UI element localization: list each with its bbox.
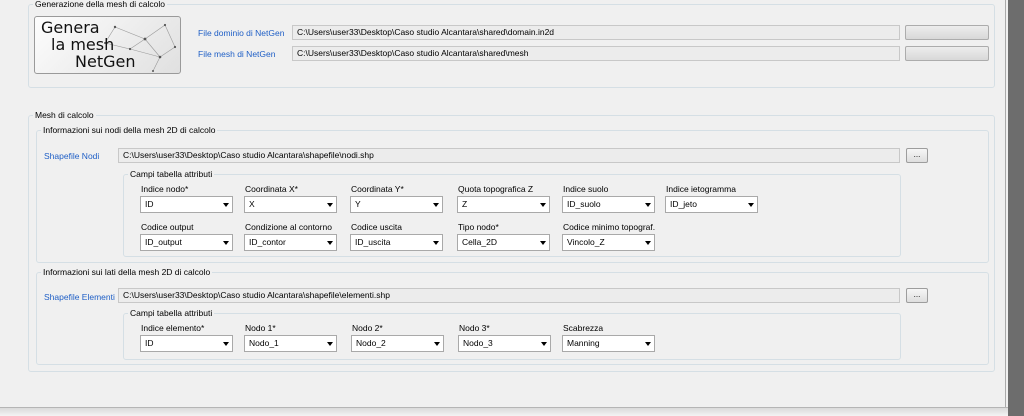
chevron-down-icon — [540, 203, 546, 207]
roughness-select[interactable]: Manning — [562, 335, 655, 352]
chevron-down-icon — [327, 342, 333, 346]
chevron-down-icon — [541, 342, 547, 346]
output-code-label: Codice output — [141, 222, 194, 232]
domain-file-browse-button[interactable] — [905, 25, 989, 40]
exit-code-label: Codice uscita — [351, 222, 403, 232]
soil-index-select[interactable]: ID_suolo — [562, 196, 655, 213]
roughness-value: Manning — [567, 338, 600, 348]
output-code-select[interactable]: ID_output — [140, 234, 233, 251]
nodes-shapefile-label: Shapefile Nodi — [44, 151, 100, 161]
element-index-select[interactable]: ID — [140, 335, 233, 352]
hyetograph-index-value: ID_jeto — [670, 199, 697, 209]
elements-browse-button[interactable]: ... — [906, 288, 928, 303]
boundary-condition-label: Condizione al contorno — [245, 222, 332, 232]
min-topo-code-select[interactable]: Vincolo_Z — [562, 234, 655, 251]
hyetograph-index-select[interactable]: ID_jeto — [665, 196, 758, 213]
domain-file-label: File dominio di NetGen — [198, 28, 285, 38]
quota-z-label: Quota topografica Z — [458, 184, 534, 194]
quota-z-value: Z — [462, 199, 468, 209]
index-node-value: ID — [145, 199, 154, 209]
chevron-down-icon — [748, 203, 754, 207]
chevron-down-icon — [223, 241, 229, 245]
logo-line-1: Genera — [41, 18, 100, 37]
elements-shapefile-label: Shapefile Elementi — [44, 292, 115, 302]
exit-code-select[interactable]: ID_uscita — [350, 234, 443, 251]
node-1-select[interactable]: Nodo_1 — [244, 335, 337, 352]
chevron-down-icon — [327, 241, 333, 245]
chevron-down-icon — [645, 203, 651, 207]
bottom-strip — [0, 407, 1008, 416]
node-3-value: Nodo_3 — [463, 338, 493, 348]
roughness-label: Scabrezza — [563, 323, 604, 333]
coord-x-value: X — [249, 199, 255, 209]
element-index-label: Indice elemento* — [141, 323, 205, 333]
node-2-label: Nodo 2* — [352, 323, 383, 333]
soil-index-label: Indice suolo — [563, 184, 609, 194]
index-node-select[interactable]: ID — [140, 196, 233, 213]
node-type-label: Tipo nodo* — [458, 222, 499, 232]
node-type-select[interactable]: Cella_2D — [457, 234, 550, 251]
mesh-file-label: File mesh di NetGen — [198, 49, 276, 59]
chevron-down-icon — [433, 203, 439, 207]
chevron-down-icon — [540, 241, 546, 245]
chevron-down-icon — [223, 203, 229, 207]
mesh-file-browse-button[interactable] — [905, 46, 989, 61]
node-2-value: Nodo_2 — [356, 338, 386, 348]
output-code-value: ID_output — [145, 237, 182, 247]
chevron-down-icon — [327, 203, 333, 207]
logo-line-2: la mesh — [51, 35, 115, 54]
coord-x-label: Coordinata X* — [245, 184, 298, 194]
chevron-down-icon — [645, 342, 651, 346]
nodes-shapefile-field[interactable]: C:\Users\user33\Desktop\Caso studio Alca… — [118, 148, 900, 163]
chevron-down-icon — [223, 342, 229, 346]
elements-fields-group: Campi tabella attributi — [123, 308, 901, 360]
boundary-condition-select[interactable]: ID_contor — [244, 234, 337, 251]
domain-file-field[interactable]: C:\Users\user33\Desktop\Caso studio Alca… — [292, 25, 900, 40]
exit-code-value: ID_uscita — [355, 237, 391, 247]
node-1-value: Nodo_1 — [249, 338, 279, 348]
nodes-info-legend: Informazioni sui nodi della mesh 2D di c… — [43, 125, 216, 135]
index-node-label: Indice nodo* — [141, 184, 189, 194]
min-topo-code-label: Codice minimo topograf. — [563, 222, 656, 232]
nodes-browse-button[interactable]: ... — [906, 148, 928, 163]
chevron-down-icon — [433, 241, 439, 245]
hyetograph-index-label: Indice ietogramma — [666, 184, 736, 194]
coord-y-select[interactable]: Y — [350, 196, 443, 213]
mesh-generation-legend: Generazione della mesh di calcolo — [35, 0, 165, 9]
boundary-condition-value: ID_contor — [249, 237, 286, 247]
node-type-value: Cella_2D — [462, 237, 497, 247]
logo-line-3: NetGen — [75, 52, 136, 71]
element-index-value: ID — [145, 338, 154, 348]
node-3-label: Nodo 3* — [459, 323, 490, 333]
soil-index-value: ID_suolo — [567, 199, 601, 209]
chevron-down-icon — [434, 342, 440, 346]
coord-y-label: Coordinata Y* — [351, 184, 404, 194]
coord-x-select[interactable]: X — [244, 196, 337, 213]
generate-mesh-netgen-button[interactable]: Genera la mesh NetGen — [34, 16, 181, 74]
elements-fields-legend: Campi tabella attributi — [130, 308, 213, 318]
node-3-select[interactable]: Nodo_3 — [458, 335, 551, 352]
elements-info-legend: Informazioni sui lati della mesh 2D di c… — [43, 267, 211, 277]
coord-y-value: Y — [355, 199, 361, 209]
mesh-file-field[interactable]: C:\Users\user33\Desktop\Caso studio Alca… — [292, 46, 900, 61]
quota-z-select[interactable]: Z — [457, 196, 550, 213]
mesh-group-legend: Mesh di calcolo — [35, 110, 94, 120]
window-edge — [1008, 0, 1024, 416]
nodes-fields-legend: Campi tabella attributi — [130, 169, 213, 179]
node-2-select[interactable]: Nodo_2 — [351, 335, 444, 352]
min-topo-code-value: Vincolo_Z — [567, 237, 605, 247]
elements-shapefile-field[interactable]: C:\Users\user33\Desktop\Caso studio Alca… — [118, 288, 900, 303]
node-1-label: Nodo 1* — [245, 323, 276, 333]
chevron-down-icon — [645, 241, 651, 245]
